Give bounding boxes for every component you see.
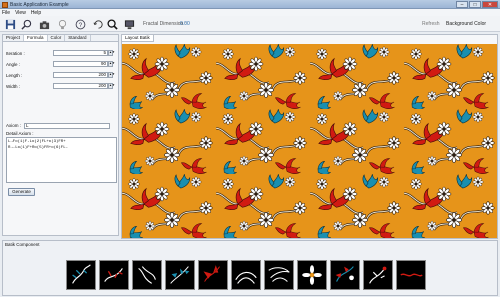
component-thumb-6[interactable] <box>231 260 261 290</box>
component-thumb-4[interactable] <box>165 260 195 290</box>
length-label: Length : <box>6 73 23 78</box>
window-controls: – □ ✕ <box>456 1 498 8</box>
component-thumb-1[interactable] <box>66 260 96 290</box>
batik-pattern <box>122 44 497 238</box>
component-thumb-10[interactable] <box>363 260 393 290</box>
iteration-row: Iteration : 5 ▲▼ <box>6 50 116 57</box>
tab-project[interactable]: Project <box>3 35 25 41</box>
component-thumb-3[interactable] <box>132 260 162 290</box>
component-thumbnails <box>66 260 426 290</box>
length-row: Length : 200 ▲▼ <box>6 72 116 79</box>
formula-panel: Project Formula Color Standard Iteration… <box>2 34 119 236</box>
title-bar: Basic Application Example – □ ✕ <box>0 0 500 9</box>
svg-text:?: ? <box>79 21 83 28</box>
batik-component-label: Batik Component <box>5 242 40 247</box>
iteration-label: Iteration : <box>6 51 25 56</box>
fractal-dimension-value: 0.00 <box>180 21 190 27</box>
menu-file[interactable]: File <box>2 10 10 16</box>
menu-help[interactable]: Help <box>31 10 41 16</box>
tab-color[interactable]: Color <box>48 35 66 41</box>
left-tabs: Project Formula Color Standard <box>3 35 118 42</box>
detail-axiom-label: Detail Axiom : <box>6 131 34 136</box>
iteration-input[interactable]: 5 <box>53 50 108 56</box>
monitor-icon[interactable] <box>123 17 136 31</box>
batik-canvas[interactable] <box>122 44 497 238</box>
maximize-button[interactable]: □ <box>469 1 481 8</box>
app-icon <box>2 1 8 8</box>
component-thumb-11[interactable] <box>396 260 426 290</box>
help-icon[interactable]: ? <box>74 17 87 31</box>
lightbulb-icon[interactable] <box>56 17 69 31</box>
tab-standard[interactable]: Standard <box>65 35 91 41</box>
close-button[interactable]: ✕ <box>482 1 498 8</box>
component-thumb-5[interactable] <box>198 260 228 290</box>
component-thumb-2[interactable] <box>99 260 129 290</box>
tab-formula[interactable]: Formula <box>24 35 48 41</box>
angle-input[interactable]: 90 <box>53 61 108 67</box>
component-thumb-8[interactable] <box>297 260 327 290</box>
layout-panel: Layout Batik <box>121 34 498 239</box>
angle-spinner[interactable]: ▲▼ <box>108 61 115 67</box>
menu-view[interactable]: View <box>15 10 26 16</box>
axiom-label: Axiom : <box>6 123 22 128</box>
rotate-icon[interactable] <box>92 17 105 31</box>
angle-label: Angle : <box>6 62 21 67</box>
axiom-input[interactable]: L <box>24 123 110 129</box>
magnify-icon[interactable] <box>106 17 119 31</box>
width-input[interactable]: 200 <box>53 83 108 89</box>
refresh-button[interactable]: Refresh <box>422 21 440 27</box>
camera-icon[interactable] <box>38 17 51 31</box>
menu-bar: File View Help <box>0 9 500 16</box>
width-spinner[interactable]: ▲▼ <box>108 83 115 89</box>
zoom-icon[interactable] <box>20 17 33 31</box>
width-row: Width : 200 ▲▼ <box>6 83 116 90</box>
window-title: Basic Application Example <box>10 1 69 8</box>
component-thumb-7[interactable] <box>264 260 294 290</box>
toolbar: ? Fractal Dimension : 0.00 Refresh Backg… <box>0 16 500 32</box>
length-spinner[interactable]: ▲▼ <box>108 72 115 78</box>
width-label: Width : <box>6 84 21 89</box>
background-color-button[interactable]: Background Color <box>446 21 486 27</box>
batik-component-panel: Batik Component <box>2 240 498 296</box>
detail-axiom-textarea[interactable]: L→Fo(1)F-Lo(2)FL+o(3)FR+ R→-Lo(1)F+Ro(5)… <box>6 137 117 183</box>
component-thumb-9[interactable] <box>330 260 360 290</box>
save-icon[interactable] <box>4 17 17 31</box>
minimize-button[interactable]: – <box>456 1 468 8</box>
angle-row: Angle : 90 ▲▼ <box>6 61 116 68</box>
length-input[interactable]: 200 <box>53 72 108 78</box>
iteration-spinner[interactable]: ▲▼ <box>108 50 115 56</box>
generate-button[interactable]: Generate <box>8 188 35 196</box>
tab-layout-batik[interactable]: Layout Batik <box>122 35 154 42</box>
